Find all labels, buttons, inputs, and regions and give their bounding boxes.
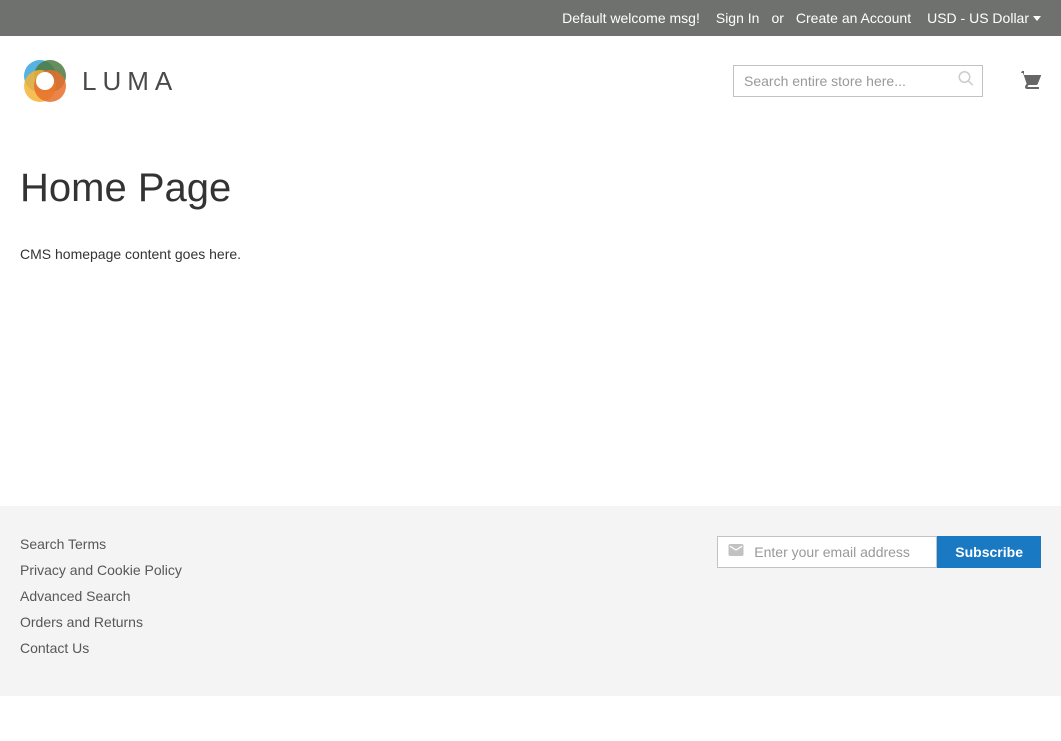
top-bar: Default welcome msg! Sign In or Create a… xyxy=(0,0,1061,36)
footer-link-privacy[interactable]: Privacy and Cookie Policy xyxy=(20,562,182,578)
cart-icon[interactable] xyxy=(1017,67,1041,96)
footer-links: Search Terms Privacy and Cookie Policy A… xyxy=(20,536,182,656)
newsletter-form: Subscribe xyxy=(717,536,1041,568)
page-title: Home Page xyxy=(20,166,1041,211)
subscribe-button[interactable]: Subscribe xyxy=(937,536,1041,568)
page-content: CMS homepage content goes here. xyxy=(20,246,1041,262)
search-icon[interactable] xyxy=(957,70,975,93)
sign-in-link[interactable]: Sign In xyxy=(716,10,760,26)
create-account-link[interactable]: Create an Account xyxy=(796,10,911,26)
currency-label: USD - US Dollar xyxy=(927,10,1029,26)
header-main: LUMA xyxy=(0,36,1061,126)
newsletter-email-input[interactable] xyxy=(717,536,937,568)
footer-link-orders-returns[interactable]: Orders and Returns xyxy=(20,614,182,630)
footer: Search Terms Privacy and Cookie Policy A… xyxy=(0,506,1061,696)
footer-link-contact[interactable]: Contact Us xyxy=(20,640,182,656)
page-main: Home Page CMS homepage content goes here… xyxy=(0,126,1061,506)
currency-switcher[interactable]: USD - US Dollar xyxy=(927,10,1041,26)
mail-icon xyxy=(727,541,745,564)
footer-link-search-terms[interactable]: Search Terms xyxy=(20,536,182,552)
logo-text: LUMA xyxy=(82,66,178,97)
search-box xyxy=(733,65,983,97)
search-input[interactable] xyxy=(733,65,983,97)
logo[interactable]: LUMA xyxy=(20,56,178,106)
footer-link-advanced-search[interactable]: Advanced Search xyxy=(20,588,182,604)
chevron-down-icon xyxy=(1033,16,1041,21)
welcome-message: Default welcome msg! xyxy=(562,10,700,26)
logo-mark-icon xyxy=(20,56,70,106)
or-separator: or xyxy=(771,10,783,26)
